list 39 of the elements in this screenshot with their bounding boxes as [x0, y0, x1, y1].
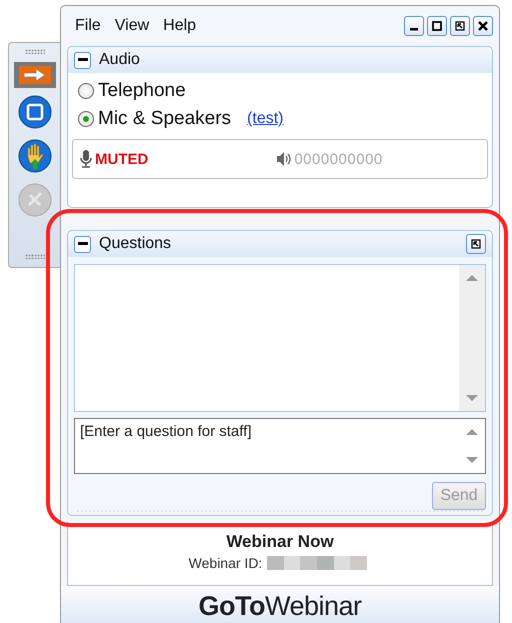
menu-item[interactable]: View [114, 17, 150, 35]
scroll-down-icon[interactable] [466, 457, 478, 463]
radio-label[interactable]: Mic & Speakers [98, 108, 232, 130]
restore-icon [454, 20, 466, 32]
speaker-level-meter: 0000000000 [294, 150, 383, 168]
close-icon [477, 20, 489, 32]
grip-icon[interactable] [24, 49, 44, 54]
menu-item[interactable]: Help [163, 17, 196, 35]
radio-label[interactable]: Telephone [98, 80, 186, 102]
product-logo: GoToWebinar [198, 590, 362, 622]
webinar-title: Webinar Now [226, 532, 334, 552]
close-button[interactable] [473, 16, 493, 36]
tool-button[interactable] [14, 62, 56, 88]
mic-status: MUTED [95, 150, 148, 168]
radio-button[interactable] [78, 83, 94, 99]
minus-icon [78, 242, 88, 246]
restore-button[interactable] [450, 16, 470, 36]
panel-title: Questions [99, 235, 172, 253]
panel-title: Audio [99, 51, 140, 69]
minimize-button[interactable] [404, 16, 424, 36]
grip-icon[interactable] [24, 254, 44, 259]
raise-hand-icon [18, 139, 52, 173]
popout-icon [470, 238, 482, 250]
collapse-button[interactable] [74, 52, 91, 68]
maximize-icon [431, 20, 443, 32]
speaker-icon [276, 151, 292, 167]
scroll-up-icon[interactable] [466, 429, 478, 435]
test-link[interactable]: (test) [247, 110, 284, 128]
microphone-icon [79, 149, 93, 169]
question-input[interactable]: [Enter a question for staff] [74, 418, 486, 474]
minimize-icon [410, 28, 418, 31]
scrollbar[interactable] [459, 265, 485, 411]
maximize-button[interactable] [427, 16, 447, 36]
collapse-button[interactable] [74, 236, 91, 252]
popout-button[interactable] [466, 234, 486, 254]
minus-icon [78, 58, 88, 62]
webinar-id-label: Webinar ID: [188, 555, 262, 571]
radio-button[interactable] [78, 111, 94, 127]
menu-item[interactable]: File [75, 17, 101, 35]
